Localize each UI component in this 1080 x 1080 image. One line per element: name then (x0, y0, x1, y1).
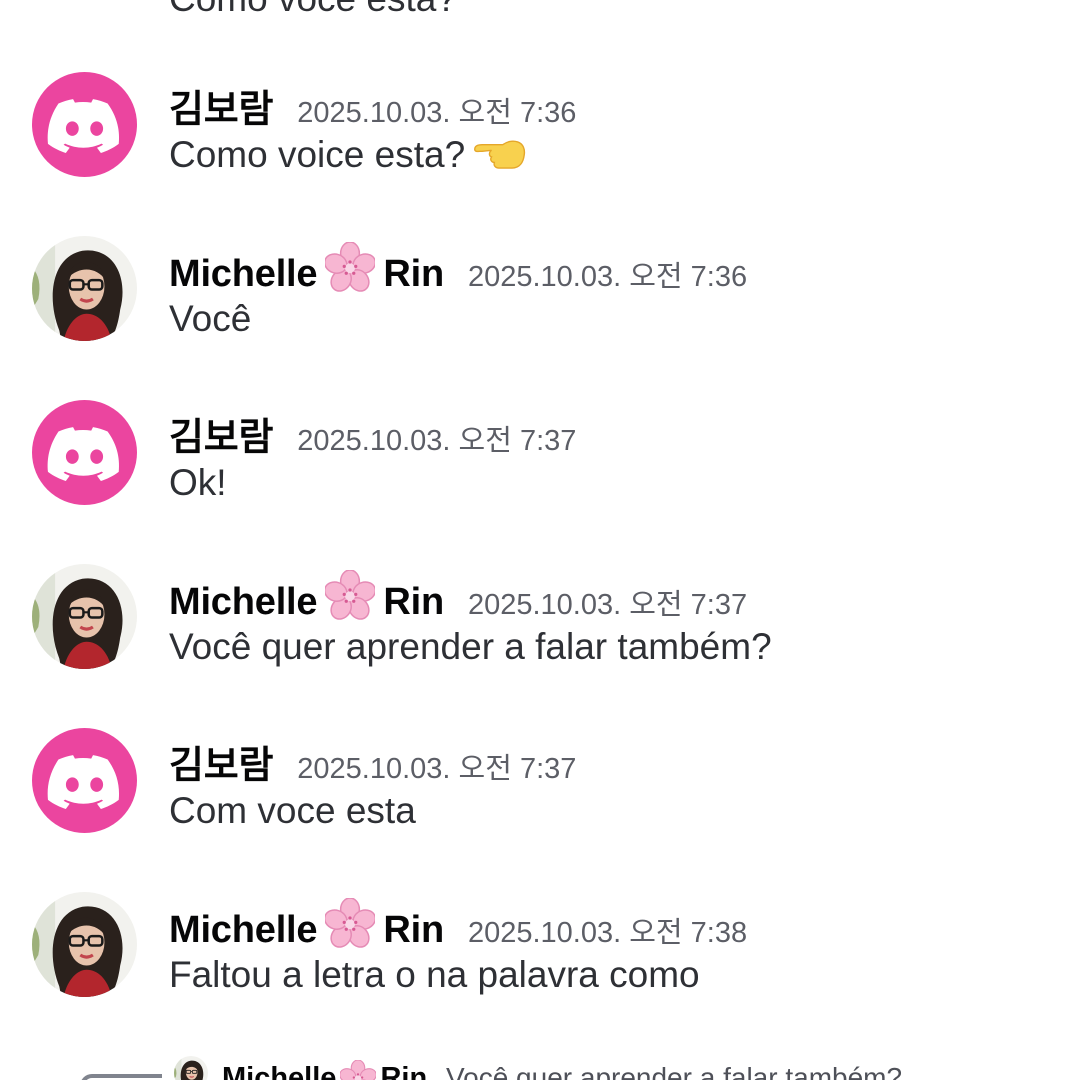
author-name[interactable]: Michelle Rin (169, 570, 444, 624)
message-item[interactable]: Michelle Rin 2025.10.03. 오전 7:36 Você (0, 236, 1080, 356)
discord-avatar[interactable] (32, 728, 137, 833)
reply-author-first-name: Michelle (222, 1061, 337, 1080)
reply-author-last-name: Rin (380, 1061, 428, 1080)
timestamp: 2025.10.03. 오전 7:36 (297, 97, 577, 129)
discord-logo-icon (32, 400, 137, 505)
reply-preview[interactable]: Michelle Rin Você quer aprender a falar t… (80, 1054, 1080, 1080)
message-text: Você (169, 298, 252, 339)
message-content: Faltou a letra o na palavra como (169, 954, 700, 996)
message-content: Com voce esta (169, 790, 416, 832)
message-header: Michelle Rin 2025.10.03. 오전 7:38 (169, 898, 748, 951)
message-item[interactable]: 김보람 2025.10.03. 오전 7:36 Como voice esta? (0, 72, 1080, 192)
author-name[interactable]: 김보람 (169, 734, 273, 789)
author-name[interactable]: Michelle Rin (169, 242, 444, 296)
chat-message-list[interactable]: Como voce esta? 김보람 2025.10.03. 오전 7:36 … (0, 0, 1080, 1080)
timestamp: 2025.10.03. 오전 7:37 (467, 589, 748, 621)
author-name[interactable]: Michelle Rin (169, 898, 444, 952)
reply-author-name[interactable]: Michelle Rin (222, 1060, 427, 1080)
profile-photo-icon (174, 1056, 208, 1080)
discord-logo-icon (32, 72, 137, 177)
author-last-name: Rin (383, 581, 444, 623)
timestamp: 2025.10.03. 오전 7:36 (467, 261, 748, 293)
user-avatar[interactable] (32, 236, 137, 341)
reply-avatar (174, 1056, 208, 1080)
message-text: Com voce esta (169, 790, 416, 831)
message-text: Ok! (169, 462, 227, 503)
discord-avatar[interactable] (32, 72, 137, 177)
author-first-name: Michelle (169, 909, 318, 951)
reply-text[interactable]: Você quer aprender a falar também? (446, 1062, 902, 1080)
author-first-name: Michelle (169, 581, 318, 623)
timestamp: 2025.10.03. 오전 7:38 (467, 917, 748, 949)
author-name[interactable]: 김보람 (169, 78, 273, 133)
author-last-name: Rin (383, 253, 444, 295)
message-header: Michelle Rin 2025.10.03. 오전 7:36 (169, 242, 748, 295)
cherry-blossom-icon (340, 1060, 376, 1080)
user-avatar[interactable] (32, 564, 137, 669)
message-content: Você (169, 298, 251, 340)
user-avatar[interactable] (32, 892, 137, 997)
reply-spine (80, 1074, 162, 1080)
discord-avatar[interactable] (32, 400, 137, 505)
timestamp: 2025.10.03. 오전 7:37 (297, 753, 577, 785)
backhand-index-pointing-left-icon (471, 136, 527, 174)
message-text: Faltou a letra o na palavra como (169, 954, 700, 995)
cut-off-message-text: Como voce esta? (169, 0, 457, 20)
cherry-blossom-icon (325, 898, 375, 948)
message-content: Você quer aprender a falar também? (169, 626, 772, 668)
message-header: 김보람 2025.10.03. 오전 7:36 (169, 78, 577, 131)
message-header: 김보람 2025.10.03. 오전 7:37 (169, 406, 577, 459)
message-item[interactable]: Michelle Rin 2025.10.03. 오전 7:38 Faltou a… (0, 892, 1080, 1012)
message-content: Como voice esta? (169, 134, 527, 176)
message-text: Você quer aprender a falar também? (169, 626, 772, 667)
profile-photo-icon (32, 892, 137, 997)
message-item[interactable]: Michelle Rin 2025.10.03. 오전 7:37 Você que… (0, 564, 1080, 684)
profile-photo-icon (32, 564, 137, 669)
message-item[interactable]: 김보람 2025.10.03. 오전 7:37 Ok! (0, 400, 1080, 520)
message-text: Como voice esta? (169, 134, 466, 175)
message-content: Ok! (169, 462, 227, 504)
timestamp: 2025.10.03. 오전 7:37 (297, 425, 577, 457)
author-first-name: Michelle (169, 253, 318, 295)
author-last-name: Rin (383, 909, 444, 951)
profile-photo-icon (32, 236, 137, 341)
discord-logo-icon (32, 728, 137, 833)
cherry-blossom-icon (325, 570, 375, 620)
cherry-blossom-icon (325, 242, 375, 292)
message-item[interactable]: 김보람 2025.10.03. 오전 7:37 Com voce esta (0, 728, 1080, 848)
message-header: 김보람 2025.10.03. 오전 7:37 (169, 734, 577, 787)
author-name[interactable]: 김보람 (169, 406, 273, 461)
message-header: Michelle Rin 2025.10.03. 오전 7:37 (169, 570, 748, 623)
